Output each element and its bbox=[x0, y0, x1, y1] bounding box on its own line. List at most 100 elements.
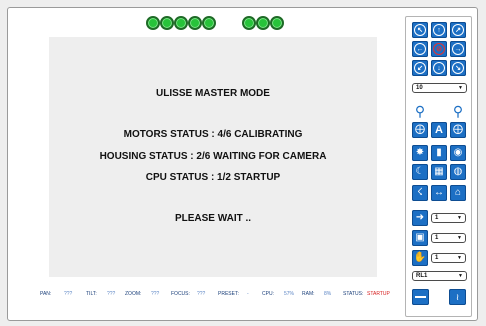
zoom-out-icon: ⚲ bbox=[414, 103, 426, 119]
home-button[interactable]: ⌂ bbox=[450, 185, 466, 201]
crosshair-icon: ⨁ bbox=[415, 124, 425, 135]
move-up-right-button[interactable]: ↗ bbox=[450, 22, 466, 38]
scan-button[interactable]: ↔ bbox=[431, 185, 447, 201]
arrow-up-left-icon: ↖ bbox=[414, 24, 426, 36]
preset-label: PRESET: bbox=[218, 291, 239, 297]
ram-label: RAM: bbox=[302, 291, 315, 297]
mode-select[interactable]: RL1 ▼ bbox=[412, 271, 467, 281]
led-8 bbox=[270, 16, 284, 30]
arrows-horizontal-icon: ↔ bbox=[434, 187, 444, 198]
focus-label: FOCUS: bbox=[171, 291, 190, 297]
cpu-value: 57% bbox=[284, 291, 295, 297]
chevron-down-icon: ▼ bbox=[458, 273, 463, 279]
preset-value: - bbox=[247, 291, 249, 297]
relay-off-button[interactable] bbox=[412, 289, 429, 305]
stop-button[interactable]: ⊘ bbox=[431, 41, 447, 57]
preset-select-value: 1 bbox=[435, 215, 439, 221]
pan-label: PAN: bbox=[40, 291, 52, 297]
arrow-up-right-icon: ↗ bbox=[452, 24, 464, 36]
crosshair-icon: ⨁ bbox=[453, 124, 463, 135]
washer-button[interactable]: ◉ bbox=[450, 145, 466, 161]
arrow-left-icon: ← bbox=[414, 43, 426, 55]
led-6 bbox=[242, 16, 256, 30]
cpu-status: CPU STATUS : 1/2 STARTUP bbox=[145, 172, 281, 183]
wait-message: PLEASE WAIT .. bbox=[174, 213, 252, 224]
status-value: STARTUP bbox=[367, 291, 390, 297]
led-3 bbox=[174, 16, 188, 30]
wiper-icon: ▮ bbox=[436, 147, 442, 158]
ir-icon: ▦ bbox=[434, 166, 444, 177]
focus-near-button[interactable]: ⨁ bbox=[412, 122, 428, 138]
move-down-left-button[interactable]: ↙ bbox=[412, 60, 428, 76]
save-preset-select-value: 1 bbox=[435, 235, 439, 241]
save-preset-button[interactable]: ▣ bbox=[412, 230, 428, 246]
cpu-label: CPU: bbox=[262, 291, 274, 297]
zoom-in-icon: ⚲ bbox=[452, 103, 464, 119]
move-up-button[interactable]: ↑ bbox=[431, 22, 447, 38]
autofocus-button[interactable]: A bbox=[431, 122, 447, 138]
led-4 bbox=[188, 16, 202, 30]
auto-tour-select[interactable]: 1 ▼ bbox=[431, 253, 466, 263]
relay-on-button[interactable]: ≀ bbox=[449, 289, 466, 305]
zoom-value: ??? bbox=[151, 291, 160, 297]
tilt-value: ??? bbox=[107, 291, 116, 297]
control-panel: ↖ ↑ ↗ ← ⊘ → ↙ ↓ ↘ 10 ▼ ⚲ ⚲ ⨁ A ⨁ ✸ ▮ ◉ ☾ bbox=[405, 16, 472, 317]
autofocus-icon: A bbox=[435, 123, 443, 136]
patrol-icon: ☇ bbox=[417, 187, 423, 198]
zoom-label: ZOOM: bbox=[125, 291, 142, 297]
switch-icon: ≀ bbox=[455, 291, 460, 302]
ir-button[interactable]: ▦ bbox=[431, 164, 447, 180]
arrow-right-icon: → bbox=[452, 43, 464, 55]
focus-far-button[interactable]: ⨁ bbox=[450, 122, 466, 138]
arrow-down-right-icon: ↘ bbox=[452, 62, 464, 74]
arrow-up-icon: ↑ bbox=[433, 24, 445, 36]
mode-select-value: RL1 bbox=[416, 273, 428, 279]
day-mode-button[interactable]: ✸ bbox=[412, 145, 428, 161]
led-1 bbox=[146, 16, 160, 30]
housing-status: HOUSING STATUS : 2/6 WAITING FOR CAMERA bbox=[99, 151, 327, 162]
move-left-button[interactable]: ← bbox=[412, 41, 428, 57]
iris-icon: ◍ bbox=[453, 166, 463, 177]
arrow-down-icon: ↓ bbox=[433, 62, 445, 74]
status-label: STATUS: bbox=[343, 291, 364, 297]
ram-value: 8% bbox=[324, 291, 332, 297]
chevron-down-icon: ▼ bbox=[457, 255, 462, 261]
hand-icon: ✋ bbox=[413, 252, 427, 263]
zoom-out-button[interactable]: ⚲ bbox=[412, 103, 428, 119]
focus-value: ??? bbox=[197, 291, 206, 297]
zoom-in-button[interactable]: ⚲ bbox=[450, 103, 466, 119]
stop-icon: ⊘ bbox=[433, 43, 445, 55]
chevron-down-icon: ▼ bbox=[457, 215, 462, 221]
eye-icon: ◉ bbox=[453, 147, 463, 158]
led-2 bbox=[160, 16, 174, 30]
pan-value: ??? bbox=[64, 291, 73, 297]
speed-select[interactable]: 10 ▼ bbox=[412, 83, 467, 93]
led-5 bbox=[202, 16, 216, 30]
led-7 bbox=[256, 16, 270, 30]
home-icon: ⌂ bbox=[454, 187, 462, 198]
move-down-button[interactable]: ↓ bbox=[431, 60, 447, 76]
moon-icon: ☾ bbox=[415, 166, 425, 177]
goto-preset-button[interactable]: ➜ bbox=[412, 210, 428, 226]
move-right-button[interactable]: → bbox=[450, 41, 466, 57]
move-up-left-button[interactable]: ↖ bbox=[412, 22, 428, 38]
save-icon: ▣ bbox=[415, 232, 425, 243]
speed-select-value: 10 bbox=[416, 85, 423, 91]
chevron-down-icon: ▼ bbox=[457, 235, 462, 241]
auto-tour-button[interactable]: ✋ bbox=[412, 250, 428, 266]
auto-tour-select-value: 1 bbox=[435, 255, 439, 261]
line-icon bbox=[415, 296, 426, 298]
preset-select[interactable]: 1 ▼ bbox=[431, 213, 466, 223]
move-down-right-button[interactable]: ↘ bbox=[450, 60, 466, 76]
video-display: ULISSE MASTER MODE MOTORS STATUS : 4/6 C… bbox=[49, 37, 377, 277]
iris-button[interactable]: ◍ bbox=[450, 164, 466, 180]
patrol-button[interactable]: ☇ bbox=[412, 185, 428, 201]
wiper-button[interactable]: ▮ bbox=[431, 145, 447, 161]
mode-title: ULISSE MASTER MODE bbox=[156, 88, 270, 99]
chevron-down-icon: ▼ bbox=[458, 85, 463, 91]
save-preset-select[interactable]: 1 ▼ bbox=[431, 233, 466, 243]
sun-icon: ✸ bbox=[415, 147, 425, 158]
night-mode-button[interactable]: ☾ bbox=[412, 164, 428, 180]
tilt-label: TILT: bbox=[86, 291, 97, 297]
motors-status: MOTORS STATUS : 4/6 CALIBRATING bbox=[123, 129, 303, 140]
